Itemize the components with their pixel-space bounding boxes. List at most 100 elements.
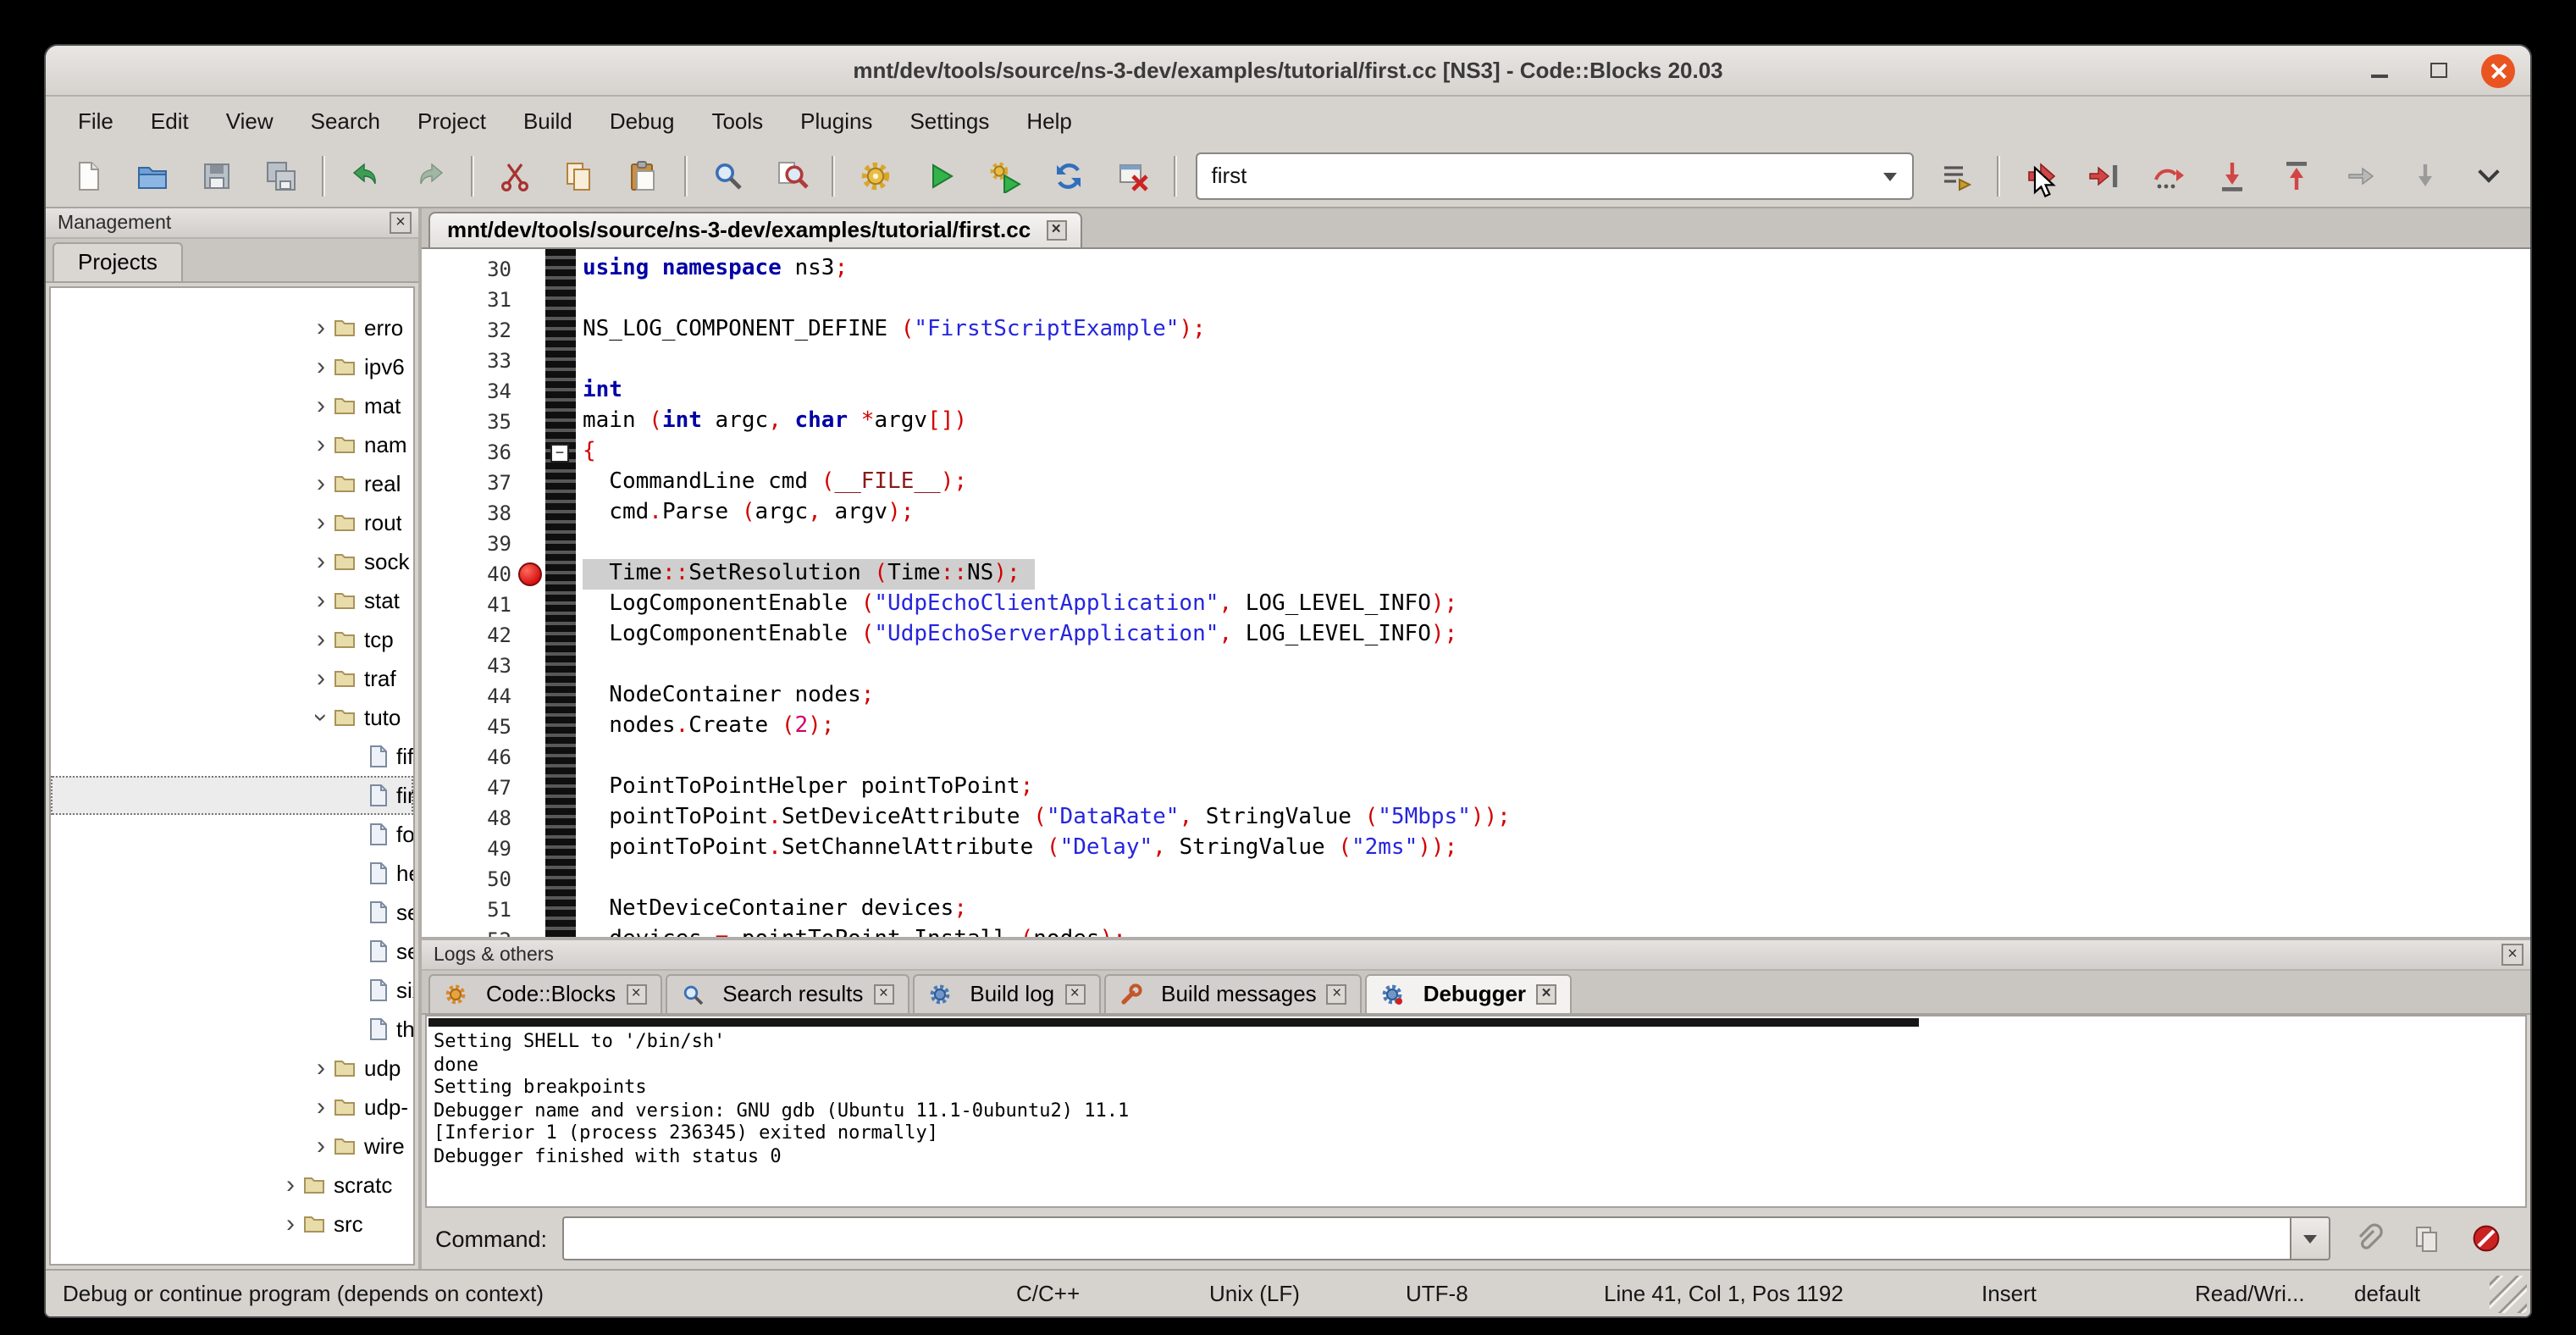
build-and-run-button[interactable] bbox=[975, 150, 1036, 201]
editor-tab-first-cc[interactable]: mnt/dev/tools/source/ns-3-dev/examples/t… bbox=[428, 212, 1081, 247]
tree-item-rout[interactable]: rout bbox=[51, 503, 413, 542]
panel-close-icon[interactable] bbox=[2501, 944, 2523, 966]
tree-item-six[interactable]: six bbox=[51, 971, 413, 1010]
tree-item-nam[interactable]: nam bbox=[51, 425, 413, 464]
tree-item-mat[interactable]: mat bbox=[51, 386, 413, 425]
tree-item-real[interactable]: real bbox=[51, 464, 413, 503]
log-tab-build-messages[interactable]: Build messages bbox=[1103, 974, 1363, 1013]
run-to-cursor-button[interactable] bbox=[2074, 150, 2135, 201]
log-tab-code-blocks[interactable]: Code::Blocks bbox=[428, 974, 661, 1013]
tree-item-sock[interactable]: sock bbox=[51, 542, 413, 581]
fold-marker[interactable] bbox=[550, 444, 569, 463]
open-file-button[interactable] bbox=[122, 150, 183, 201]
line-number-gutter[interactable]: 3031323334353637383940414243444546474849… bbox=[422, 249, 545, 937]
resize-grip-icon[interactable] bbox=[2490, 1276, 2527, 1313]
chevron-right-icon[interactable] bbox=[308, 354, 334, 379]
chevron-right-icon[interactable] bbox=[308, 549, 334, 574]
tree-item-se[interactable]: se bbox=[51, 932, 413, 971]
paste-button[interactable] bbox=[612, 150, 673, 201]
find-button[interactable] bbox=[697, 150, 758, 201]
tab-projects[interactable]: Projects bbox=[53, 242, 183, 281]
attach-button[interactable] bbox=[2346, 1216, 2390, 1260]
menu-item-build[interactable]: Build bbox=[505, 101, 591, 140]
menu-item-edit[interactable]: Edit bbox=[132, 101, 207, 140]
rebuild-button[interactable] bbox=[1039, 150, 1100, 201]
run-button[interactable] bbox=[910, 150, 971, 201]
tab-close-icon[interactable] bbox=[626, 983, 646, 1004]
tree-item-ipv6[interactable]: ipv6 bbox=[51, 347, 413, 386]
search-options-button[interactable] bbox=[1925, 150, 1986, 201]
tab-close-icon[interactable] bbox=[1046, 219, 1066, 240]
tree-item-erro[interactable]: erro bbox=[51, 308, 413, 347]
chevron-right-icon[interactable] bbox=[308, 510, 334, 535]
panel-close-icon[interactable] bbox=[390, 212, 412, 234]
tree-item-se[interactable]: se bbox=[51, 893, 413, 932]
cut-button[interactable] bbox=[484, 150, 544, 201]
tree-item-tuto[interactable]: tuto bbox=[51, 698, 413, 737]
tree-item-tcp[interactable]: tcp bbox=[51, 620, 413, 659]
chevron-right-icon[interactable] bbox=[308, 471, 334, 496]
step-out-button[interactable] bbox=[2267, 150, 2328, 201]
step-into-instruction-button[interactable] bbox=[2396, 150, 2457, 201]
menu-item-tools[interactable]: Tools bbox=[693, 101, 782, 140]
log-tab-search-results[interactable]: Search results bbox=[665, 974, 909, 1013]
step-into-button[interactable] bbox=[2203, 150, 2264, 201]
chevron-right-icon[interactable] bbox=[308, 627, 334, 652]
tree-item-traf[interactable]: traf bbox=[51, 659, 413, 698]
tree-item-src[interactable]: src bbox=[51, 1205, 413, 1244]
tree-item-stat[interactable]: stat bbox=[51, 581, 413, 620]
menu-item-debug[interactable]: Debug bbox=[591, 101, 694, 140]
menu-item-settings[interactable]: Settings bbox=[891, 101, 1008, 140]
new-file-button[interactable] bbox=[58, 150, 119, 201]
tree-item-fir[interactable]: fir bbox=[51, 776, 413, 815]
code-editor[interactable]: 3031323334353637383940414243444546474849… bbox=[422, 249, 2530, 937]
tab-close-icon[interactable] bbox=[873, 983, 893, 1004]
menu-item-project[interactable]: Project bbox=[399, 101, 505, 140]
chevron-right-icon[interactable] bbox=[308, 1094, 334, 1120]
chevron-right-icon[interactable] bbox=[308, 393, 334, 418]
next-line-button[interactable] bbox=[2138, 150, 2199, 201]
menu-item-plugins[interactable]: Plugins bbox=[782, 101, 891, 140]
build-button[interactable] bbox=[846, 150, 907, 201]
editor-margin-strip[interactable] bbox=[545, 249, 576, 937]
menu-item-help[interactable]: Help bbox=[1008, 101, 1091, 140]
minimize-button[interactable] bbox=[2363, 53, 2396, 87]
tree-item-he[interactable]: he bbox=[51, 854, 413, 893]
incremental-search-combo[interactable] bbox=[1197, 152, 1914, 199]
menu-item-search[interactable]: Search bbox=[292, 101, 399, 140]
menu-item-file[interactable]: File bbox=[59, 101, 132, 140]
tree-item-fif[interactable]: fif bbox=[51, 737, 413, 776]
chevron-right-icon[interactable] bbox=[308, 1055, 334, 1081]
chevron-right-icon[interactable] bbox=[308, 315, 334, 341]
maximize-button[interactable] bbox=[2422, 53, 2456, 87]
tree-item-th[interactable]: th bbox=[51, 1010, 413, 1049]
chevron-down-icon[interactable] bbox=[308, 705, 334, 730]
abort-button[interactable] bbox=[1103, 150, 1164, 201]
search-input[interactable] bbox=[1198, 163, 1842, 188]
stop-debugger-button[interactable] bbox=[2464, 1216, 2508, 1260]
tree-item-udp[interactable]: udp bbox=[51, 1049, 413, 1088]
save-all-button[interactable] bbox=[251, 150, 312, 201]
find-in-files-button[interactable] bbox=[761, 150, 822, 201]
tab-close-icon[interactable] bbox=[1064, 983, 1085, 1004]
chevron-right-icon[interactable] bbox=[308, 432, 334, 457]
tree-item-scratc[interactable]: scratc bbox=[51, 1166, 413, 1205]
redo-button[interactable] bbox=[400, 150, 461, 201]
log-tab-debugger[interactable]: Debugger bbox=[1366, 974, 1572, 1013]
code-text-area[interactable]: using namespace ns3;NS_LOG_COMPONENT_DEF… bbox=[576, 249, 2530, 937]
breakpoint-marker[interactable] bbox=[518, 562, 542, 586]
log-tab-build-log[interactable]: Build log bbox=[912, 974, 1100, 1013]
undo-button[interactable] bbox=[335, 150, 396, 201]
chevron-right-icon[interactable] bbox=[278, 1211, 303, 1237]
chevron-down-icon[interactable] bbox=[1882, 172, 1896, 180]
next-instruction-button[interactable] bbox=[2331, 150, 2392, 201]
close-button[interactable] bbox=[2481, 53, 2515, 87]
menu-item-view[interactable]: View bbox=[207, 101, 292, 140]
chevron-right-icon[interactable] bbox=[308, 666, 334, 691]
tree-item-wire[interactable]: wire bbox=[51, 1127, 413, 1166]
project-tree[interactable]: erroipv6matnamrealroutsockstattcptraftut… bbox=[49, 286, 415, 1266]
command-input[interactable] bbox=[562, 1216, 2290, 1260]
command-dropdown-button[interactable] bbox=[2290, 1216, 2330, 1260]
tree-item-fo[interactable]: fo bbox=[51, 815, 413, 854]
tab-close-icon[interactable] bbox=[1327, 983, 1347, 1004]
